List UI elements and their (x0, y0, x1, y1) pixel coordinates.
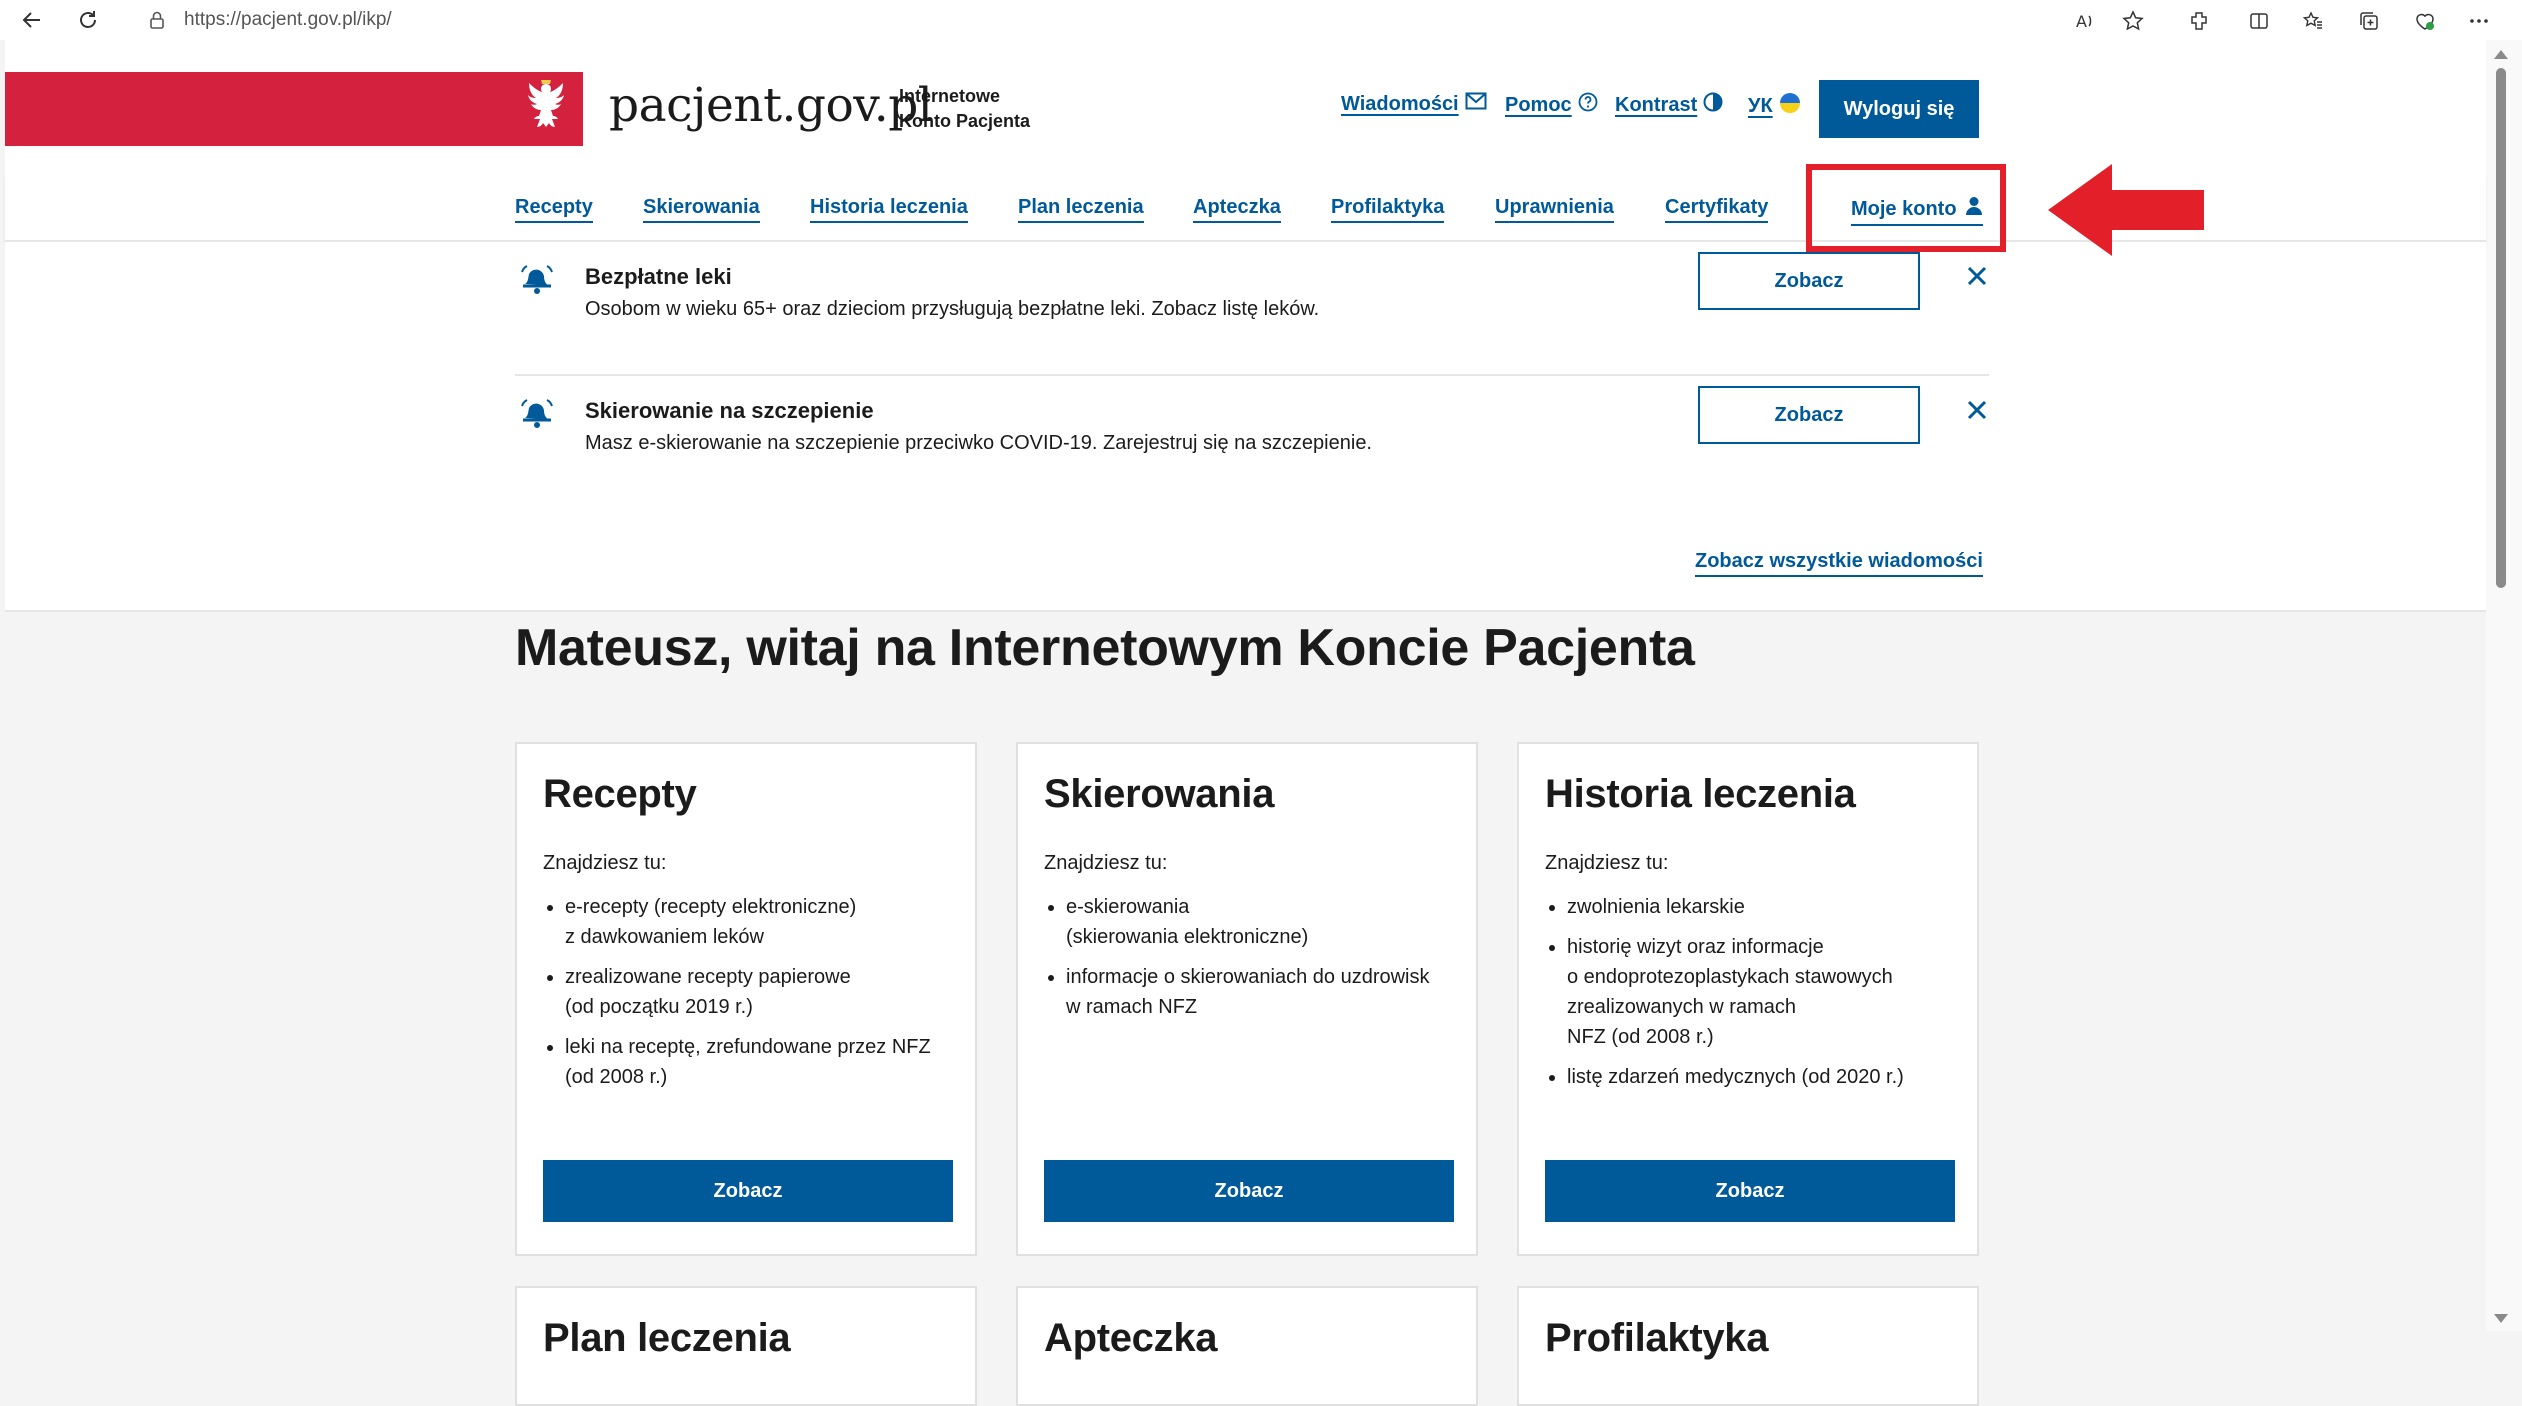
list-item: zrealizowane recepty papierowe (od począ… (565, 962, 965, 1022)
help-link-label: Pomoc (1505, 93, 1572, 116)
favorites-icon[interactable] (2298, 6, 2328, 36)
card-intro: Znajdziesz tu: (543, 852, 667, 874)
collections-icon[interactable] (2354, 6, 2384, 36)
card-see-button[interactable]: Zobacz (543, 1160, 953, 1222)
card-plan-leczenia: Plan leczenia (515, 1286, 977, 1406)
favorite-star-icon[interactable] (2118, 6, 2148, 36)
read-aloud-icon[interactable]: A (2070, 6, 2100, 36)
list-item: e-skierowania (skierowania elektroniczne… (1066, 892, 1466, 952)
notice-description: Osobom w wieku 65+ oraz dzieciom przysłu… (585, 298, 1320, 320)
list-item: leki na receptę, zrefundowane przez NFZ … (565, 1032, 965, 1092)
contrast-link[interactable]: Kontrast (1615, 92, 1723, 118)
more-menu-icon[interactable] (2464, 6, 2494, 36)
card-skierowania: Skierowania Znajdziesz tu: e-skierowania… (1016, 742, 1478, 1256)
help-question-icon (1578, 92, 1598, 118)
address-bar[interactable]: https://pacjent.gov.pl/ikp/ (126, 2, 2146, 38)
card-list: zwolnienia lekarskie historię wizyt oraz… (1545, 892, 1967, 1102)
card-title: Recepty (543, 772, 697, 816)
notice-see-button[interactable]: Zobacz (1698, 386, 1920, 444)
page-scrollbar[interactable] (2486, 40, 2522, 1331)
list-item: zwolnienia lekarskie (1567, 892, 1967, 922)
card-title: Profilaktyka (1545, 1316, 1769, 1360)
logo-subtitle-line-2: Konto Pacjenta (899, 111, 1031, 131)
annotation-highlight-box (1806, 164, 2006, 252)
card-intro: Znajdziesz tu: (1044, 852, 1168, 874)
close-icon[interactable] (1959, 392, 1995, 428)
site-header: pacjent.gov.pl Internetowe Konto Pacjent… (5, 40, 2486, 176)
eagle-emblem-icon[interactable] (509, 72, 583, 146)
site-logo-subtitle: Internetowe Konto Pacjenta (899, 84, 1030, 134)
card-title: Plan leczenia (543, 1316, 791, 1360)
card-see-button[interactable]: Zobacz (1545, 1160, 1955, 1222)
svg-text:A: A (2076, 12, 2087, 31)
nav-item-skierowania[interactable]: Skierowania (643, 196, 760, 223)
card-historia-leczenia: Historia leczenia Znajdziesz tu: zwolnie… (1517, 742, 1979, 1256)
contrast-link-label: Kontrast (1615, 93, 1698, 116)
all-messages-link[interactable]: Zobacz wszystkie wiadomości (1695, 550, 1983, 577)
card-title: Skierowania (1044, 772, 1275, 816)
split-screen-icon[interactable] (2244, 6, 2274, 36)
list-item: historię wizyt oraz informacje o endopro… (1567, 932, 1967, 1052)
scrollbar-thumb[interactable] (2496, 68, 2506, 588)
card-intro: Znajdziesz tu: (1545, 852, 1669, 874)
logo-subtitle-line-1: Internetowe (899, 86, 1001, 106)
card-list: e-skierowania (skierowania elektroniczne… (1044, 892, 1466, 1032)
notice-item: Skierowanie na szczepienie Masz e-skiero… (515, 376, 1989, 510)
extensions-icon[interactable] (2184, 6, 2214, 36)
logout-button[interactable]: Wyloguj się (1819, 80, 1979, 138)
annotation-arrow-icon (2048, 164, 2204, 256)
nav-item-uprawnienia[interactable]: Uprawnienia (1495, 196, 1614, 223)
close-icon[interactable] (1959, 258, 1995, 294)
nav-item-plan-leczenia[interactable]: Plan leczenia (1018, 196, 1144, 223)
nav-item-historia-leczenia[interactable]: Historia leczenia (810, 196, 968, 223)
notice-title: Bezpłatne leki (585, 264, 732, 289)
list-item: informacje o skierowaniach do uzdrowisk … (1066, 962, 1466, 1022)
contrast-icon (1703, 92, 1723, 118)
scroll-up-arrow-icon[interactable] (2494, 50, 2508, 59)
messages-link[interactable]: Wiadomości (1341, 92, 1487, 116)
messages-link-label: Wiadomości (1341, 92, 1459, 115)
lock-icon (146, 9, 168, 31)
bell-icon (519, 262, 555, 298)
notice-title: Skierowanie na szczepienie (585, 398, 874, 423)
card-list: e-recepty (recepty elektroniczne) z dawk… (543, 892, 965, 1102)
site-logo-text[interactable]: pacjent.gov.pl (609, 78, 933, 133)
list-item: e-recepty (recepty elektroniczne) z dawk… (565, 892, 965, 952)
browser-toolbar: https://pacjent.gov.pl/ikp/ A (0, 0, 2522, 40)
card-recepty: Recepty Znajdziesz tu: e-recepty (recept… (515, 742, 977, 1256)
bell-icon (519, 396, 555, 432)
page-title: Mateusz, witaj na Internetowym Koncie Pa… (515, 619, 1695, 677)
card-apteczka: Apteczka (1016, 1286, 1478, 1406)
card-see-button[interactable]: Zobacz (1044, 1160, 1454, 1222)
help-link[interactable]: Pomoc (1505, 92, 1598, 118)
notice-description: Masz e-skierowanie na szczepienie przeci… (585, 432, 1372, 454)
card-title: Historia leczenia (1545, 772, 1856, 816)
list-item: listę zdarzeń medycznych (od 2020 r.) (1567, 1062, 1967, 1092)
refresh-icon[interactable] (74, 6, 102, 34)
nav-item-certyfikaty[interactable]: Certyfikaty (1665, 196, 1769, 223)
card-profilaktyka: Profilaktyka (1517, 1286, 1979, 1406)
ukraine-flag-icon (1779, 92, 1801, 120)
card-title: Apteczka (1044, 1316, 1218, 1360)
scroll-down-arrow-icon[interactable] (2494, 1314, 2508, 1323)
language-link-label: УК (1748, 94, 1773, 117)
nav-item-apteczka[interactable]: Apteczka (1193, 196, 1281, 223)
nav-item-recepty[interactable]: Recepty (515, 196, 593, 223)
flag-bar (5, 72, 583, 146)
nav-item-profilaktyka[interactable]: Profilaktyka (1331, 196, 1445, 223)
notice-item: Bezpłatne leki Osobom w wieku 65+ oraz d… (515, 242, 1989, 376)
browser-essentials-icon[interactable] (2410, 6, 2440, 36)
url-text[interactable]: https://pacjent.gov.pl/ikp/ (184, 9, 392, 31)
back-arrow-icon[interactable] (18, 6, 46, 34)
notice-see-button[interactable]: Zobacz (1698, 252, 1920, 310)
envelope-icon (1465, 92, 1487, 116)
language-link[interactable]: УК (1748, 92, 1801, 120)
notices-panel: Bezpłatne leki Osobom w wieku 65+ oraz d… (5, 242, 2486, 612)
